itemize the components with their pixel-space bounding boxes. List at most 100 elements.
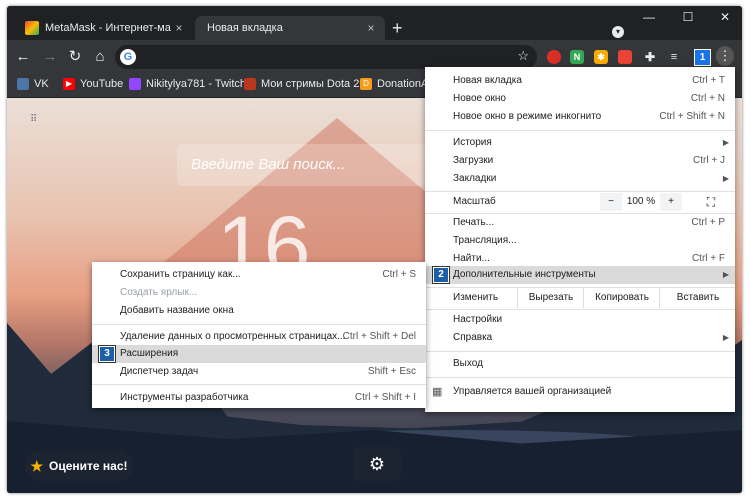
zoom-value: 100 % <box>623 193 659 211</box>
tab-close-icon[interactable]: × <box>363 21 379 35</box>
submenu-arrow-icon: ▶ <box>722 174 729 183</box>
menu-item-settings[interactable]: Настройки <box>425 311 735 329</box>
search-placeholder: Введите Ваш поиск... <box>191 156 346 173</box>
menu-item-name-window[interactable]: Добавить название окна <box>92 302 426 320</box>
menu-item-shortcut: Ctrl + N <box>690 93 725 104</box>
address-bar[interactable]: G ☆ <box>115 45 537 69</box>
apps-grid-icon[interactable]: ⠿ <box>30 114 37 125</box>
rate-us-button[interactable]: ★ Оцените нас! <box>25 451 133 481</box>
menu-item-cast[interactable]: Трансляция... <box>425 232 735 250</box>
extensions-puzzle-icon[interactable]: ✚ <box>643 50 657 64</box>
extension-star-icon[interactable]: ✱ <box>594 50 608 64</box>
menu-item-shortcut: Ctrl + Shift + N <box>659 111 725 122</box>
menu-item-shortcut: Ctrl + T <box>692 75 725 86</box>
home-button[interactable]: ⌂ <box>90 48 110 66</box>
menu-item-label: Печать... <box>453 217 495 228</box>
rate-us-label: Оцените нас! <box>49 459 128 473</box>
tab-new-tab[interactable]: Новая вкладка × <box>195 16 385 40</box>
reload-button[interactable]: ↻ <box>65 48 85 66</box>
menu-item-more-tools[interactable]: Дополнительные инструменты ▶ <box>425 266 735 284</box>
close-window-button[interactable]: ✕ <box>715 10 735 24</box>
bookmark-label: VK <box>34 78 49 90</box>
bookmark-youtube[interactable]: ▶ YouTube <box>63 78 123 90</box>
menu-item-incognito[interactable]: Новое окно в режиме инкогнито Ctrl + Shif… <box>425 108 735 126</box>
menu-item-label: История <box>453 137 492 148</box>
cut-button[interactable]: Вырезать <box>517 288 584 308</box>
menu-item-shortcut: Shift + Esc <box>367 366 416 377</box>
menu-item-label: Новое окно <box>453 93 506 104</box>
copy-button[interactable]: Копировать <box>583 288 660 308</box>
chrome-menu-button[interactable]: ⋮ <box>716 46 734 66</box>
menu-item-label: Сохранить страницу как... <box>120 269 241 280</box>
menu-item-help[interactable]: Справка ▶ <box>425 329 735 347</box>
menu-item-bookmarks[interactable]: Закладки ▶ <box>425 170 735 188</box>
menu-item-print[interactable]: Печать... Ctrl + P <box>425 214 735 232</box>
menu-item-exit[interactable]: Выход <box>425 355 735 373</box>
fullscreen-icon[interactable]: ⛶ <box>700 193 722 211</box>
tab-close-icon[interactable]: × <box>171 21 187 35</box>
menu-item-extensions[interactable]: Расширения <box>92 345 426 363</box>
paste-button[interactable]: Вставить <box>659 288 736 308</box>
tab-search-icon[interactable]: ▾ <box>612 26 624 38</box>
menu-item-developer-tools[interactable]: Инструменты разработчика Ctrl + Shift + I <box>92 389 426 407</box>
menu-item-label: Настройки <box>453 314 503 325</box>
menu-item-task-manager[interactable]: Диспетчер задач Shift + Esc <box>92 363 426 381</box>
zoom-out-button[interactable]: − <box>600 193 622 211</box>
bookmark-twitch[interactable]: Nikitylya781 - Twitch <box>129 78 246 90</box>
chrome-menu: Новая вкладка Ctrl + T Новое окно Ctrl + N… <box>425 67 735 412</box>
menu-item-label: Выход <box>453 358 483 369</box>
bookmark-label: Nikitylya781 - Twitch <box>146 78 247 90</box>
bookmark-vk[interactable]: VK <box>17 78 49 90</box>
webstore-icon <box>25 21 39 35</box>
forward-button[interactable]: → <box>40 48 60 66</box>
twitch-icon <box>129 78 141 90</box>
zoom-in-button[interactable]: + <box>660 193 682 211</box>
menu-item-label: Новая вкладка <box>453 75 522 86</box>
submenu-arrow-icon: ▶ <box>722 138 729 147</box>
search-box[interactable]: Введите Ваш поиск... <box>177 144 437 186</box>
star-icon: ★ <box>30 457 44 474</box>
donationalerts-icon: D <box>360 78 372 90</box>
menu-item-downloads[interactable]: Загрузки Ctrl + J <box>425 152 735 170</box>
menu-item-label: Закладки <box>453 173 497 184</box>
step-badge-2: 2 <box>433 267 449 283</box>
menu-item-create-shortcut[interactable]: Создать ярлык... <box>92 284 426 302</box>
menu-separator <box>92 384 426 385</box>
tab-metamask[interactable]: MetaMask - Интернет-магазин ( × <box>15 16 193 40</box>
menu-item-label: Добавить название окна <box>120 305 234 316</box>
menu-item-managed[interactable]: ▦ Управляется вашей организацией <box>425 383 735 401</box>
menu-item-shortcut: Ctrl + J <box>693 155 725 166</box>
menu-item-label: Новое окно в режиме инкогнито <box>453 111 602 122</box>
step-badge-3: 3 <box>99 346 115 362</box>
new-tab-button[interactable]: + <box>392 19 403 37</box>
organization-building-icon: ▦ <box>432 386 443 398</box>
menu-item-history[interactable]: История ▶ <box>425 134 735 152</box>
reading-list-icon[interactable]: ≡ <box>667 50 681 64</box>
menu-item-new-tab[interactable]: Новая вкладка Ctrl + T <box>425 72 735 90</box>
extension-puzzle-red-icon[interactable] <box>618 50 632 64</box>
gear-icon[interactable]: ⚙ <box>353 447 401 481</box>
bookmark-dota[interactable]: Мои стримы Dota 2 <box>244 78 359 90</box>
extension-red-icon[interactable] <box>547 50 561 64</box>
back-button[interactable]: ← <box>13 48 33 66</box>
menu-item-label: Удаление данных о просмотренных страница… <box>120 331 346 342</box>
menu-item-save-page[interactable]: Сохранить страницу как... Ctrl + S <box>92 266 426 284</box>
menu-item-new-window[interactable]: Новое окно Ctrl + N <box>425 90 735 108</box>
menu-item-clear-browsing-data[interactable]: Удаление данных о просмотренных страница… <box>92 328 426 346</box>
extension-n-icon[interactable]: N <box>570 50 584 64</box>
minimize-button[interactable]: — <box>639 10 659 24</box>
menu-separator <box>425 130 735 131</box>
tab-title: Новая вкладка <box>207 22 283 34</box>
submenu-arrow-icon: ▶ <box>722 333 729 342</box>
dota-icon <box>244 78 256 90</box>
menu-item-label: Справка <box>453 332 493 343</box>
menu-item-label: Загрузки <box>453 155 494 166</box>
tab-title: MetaMask - Интернет-магазин ( <box>45 22 171 34</box>
tab-strip: MetaMask - Интернет-магазин ( × Новая вк… <box>7 6 742 40</box>
more-tools-submenu: Сохранить страницу как... Ctrl + S Создат… <box>92 262 426 408</box>
edit-label: Изменить <box>453 292 499 303</box>
menu-separator <box>425 309 735 310</box>
bookmark-star-icon[interactable]: ☆ <box>517 48 529 64</box>
vk-icon <box>17 78 29 90</box>
maximize-button[interactable]: ☐ <box>678 10 698 24</box>
